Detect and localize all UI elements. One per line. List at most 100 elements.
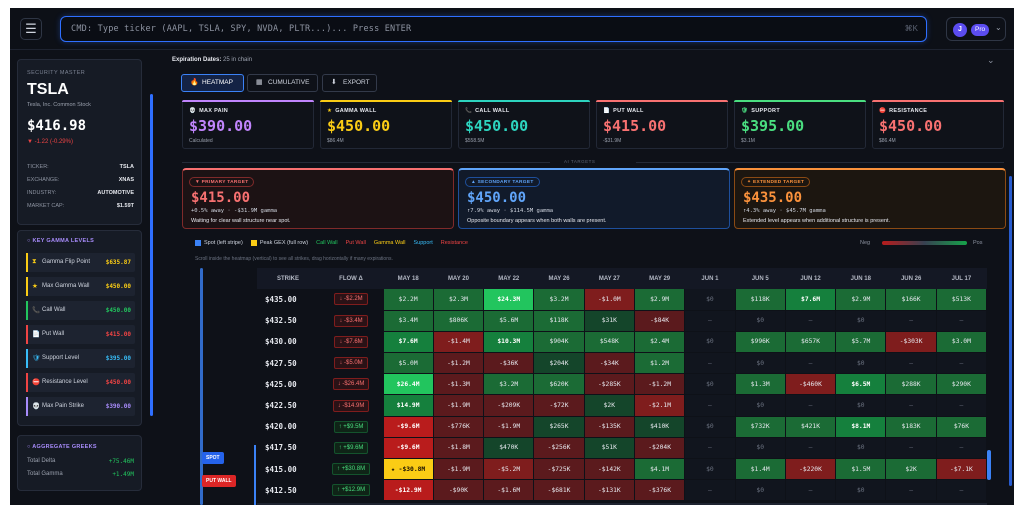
- table-row[interactable]: $417.50 ↑ +$9.6M -$9.6M -$1.8M $470K -$256K $5…: [257, 437, 987, 460]
- heatmap-cell[interactable]: $7.6M: [383, 331, 434, 354]
- heatmap-cell[interactable]: $0: [735, 310, 786, 332]
- heatmap-cell[interactable]: -$1.2M: [634, 373, 686, 396]
- gamma-level-row[interactable]: 💀 Max Pain Strike $390.00: [26, 397, 135, 416]
- heatmap-cell[interactable]: $4.1M: [634, 458, 686, 481]
- heatmap-cell[interactable]: $410K: [634, 416, 686, 438]
- table-row[interactable]: $432.50 ↓ -$3.4M $3.4M $806K $5.6M $118K $31K -…: [257, 310, 987, 332]
- column-header[interactable]: FLOW Δ: [319, 268, 383, 289]
- gamma-level-row[interactable]: 📞 Call Wall $450.00: [26, 301, 135, 320]
- heatmap-cell[interactable]: —: [785, 352, 837, 375]
- heatmap-cell[interactable]: $2.2M: [383, 289, 434, 311]
- column-header[interactable]: STRIKE: [257, 268, 319, 289]
- heatmap-cell[interactable]: $2.9M: [634, 289, 686, 311]
- collapse-chevron-icon[interactable]: ⌄: [987, 55, 995, 66]
- heatmap-cell[interactable]: $0: [835, 479, 887, 502]
- heatmap-cell[interactable]: $5.6M: [483, 310, 535, 332]
- table-row[interactable]: $420.00 ↑ +$9.5M -$9.6M -$776K -$1.9M $265K -$…: [257, 416, 987, 438]
- gamma-heatmap[interactable]: STRIKE FLOW Δ MAY 18 MAY 20 MAY 22 MAY 26 MAY …: [257, 268, 987, 505]
- heatmap-cell[interactable]: $2.4M: [634, 331, 686, 354]
- heatmap-cell[interactable]: $265K: [533, 416, 585, 438]
- heatmap-cell[interactable]: $732K: [735, 416, 786, 438]
- heatmap-cell[interactable]: —: [885, 394, 937, 417]
- heatmap-cell[interactable]: -$5.2M: [483, 458, 535, 481]
- heatmap-cell[interactable]: ★ -$30.8M: [383, 458, 434, 481]
- heatmap-cell[interactable]: -$2.1M: [634, 394, 686, 417]
- heatmap-cell[interactable]: —: [684, 310, 736, 332]
- heatmap-cell[interactable]: $0: [735, 394, 786, 417]
- heatmap-cell[interactable]: —: [785, 394, 837, 417]
- heatmap-cell[interactable]: -$7.1K: [936, 458, 987, 481]
- column-header[interactable]: MAY 29: [634, 268, 685, 289]
- heatmap-cell[interactable]: —: [684, 352, 736, 375]
- table-row[interactable]: $435.00 ↓ -$2.2M $2.2M $2.3M $24.3M $3.2M -$1.…: [257, 289, 987, 311]
- heatmap-cell[interactable]: $1.4M: [735, 458, 786, 481]
- heatmap-cell[interactable]: $2K: [885, 458, 937, 481]
- heatmap-cell[interactable]: $31K: [584, 310, 635, 332]
- heatmap-cell[interactable]: $3.4M: [383, 310, 434, 332]
- table-row[interactable]: $422.50 ↓ -$14.9M $14.9M -$1.9M -$209K -$72K $…: [257, 394, 987, 417]
- heatmap-cell[interactable]: $0: [735, 352, 786, 375]
- heatmap-cell[interactable]: —: [785, 437, 837, 460]
- heatmap-cell[interactable]: $14.9M: [383, 394, 434, 417]
- heatmap-cell[interactable]: -$90K: [433, 479, 485, 502]
- heatmap-cell[interactable]: $0: [684, 373, 736, 396]
- heatmap-cell[interactable]: $513K: [936, 289, 987, 311]
- heatmap-cell[interactable]: $0: [684, 289, 736, 311]
- heatmap-cell[interactable]: $5.7M: [835, 331, 887, 354]
- heatmap-cell[interactable]: -$36K: [483, 352, 535, 375]
- heatmap-cell[interactable]: $620K: [533, 373, 585, 396]
- profile-menu[interactable]: J Pro ⌄: [946, 17, 1006, 41]
- column-header[interactable]: MAY 18: [383, 268, 434, 289]
- column-header[interactable]: MAY 26: [533, 268, 585, 289]
- command-input[interactable]: CMD: Type ticker (AAPL, TSLA, SPY, NVDA,…: [60, 16, 927, 42]
- heatmap-cell[interactable]: -$84K: [634, 310, 686, 332]
- heatmap-cell[interactable]: -$72K: [533, 394, 585, 417]
- heatmap-cell[interactable]: -$9.6M: [383, 437, 434, 460]
- heatmap-cell[interactable]: —: [684, 394, 736, 417]
- heatmap-cell[interactable]: $290K: [936, 373, 987, 396]
- heatmap-scrollbar[interactable]: [987, 450, 991, 480]
- heatmap-cell[interactable]: -$376K: [634, 479, 686, 502]
- heatmap-cell[interactable]: —: [936, 437, 987, 460]
- heatmap-cell[interactable]: -$1.2M: [433, 352, 485, 375]
- heatmap-cell[interactable]: $3.2M: [533, 289, 585, 311]
- heatmap-cell[interactable]: $2.9M: [835, 289, 887, 311]
- heatmap-cell[interactable]: $904K: [533, 331, 585, 354]
- heatmap-cell[interactable]: -$131K: [584, 479, 635, 502]
- heatmap-cell[interactable]: $996K: [735, 331, 786, 354]
- heatmap-cell[interactable]: $470K: [483, 437, 535, 460]
- heatmap-cell[interactable]: $118K: [533, 310, 585, 332]
- table-row[interactable]: $430.00 ↓ -$7.6M $7.6M -$1.4M $10.3M $904K $54…: [257, 331, 987, 354]
- heatmap-cell[interactable]: -$460K: [785, 373, 837, 396]
- heatmap-cell[interactable]: $0: [684, 416, 736, 438]
- heatmap-cell[interactable]: $6.5M: [835, 373, 887, 396]
- gamma-level-row[interactable]: ⛔ Resistance Level $450.00: [26, 373, 135, 392]
- heatmap-cell[interactable]: $118K: [735, 289, 786, 311]
- heatmap-cell[interactable]: -$1.3M: [433, 373, 485, 396]
- column-header[interactable]: JUN 5: [735, 268, 786, 289]
- heatmap-cell[interactable]: -$1.6M: [483, 479, 535, 502]
- sidebar-scrollbar[interactable]: [150, 94, 153, 416]
- heatmap-cell[interactable]: -$285K: [584, 373, 635, 396]
- heatmap-cell[interactable]: $5.0M: [383, 352, 434, 375]
- heatmap-cell[interactable]: —: [936, 394, 987, 417]
- heatmap-cell[interactable]: $3.0M: [936, 331, 987, 354]
- heatmap-cell[interactable]: —: [885, 437, 937, 460]
- column-header[interactable]: JUN 12: [785, 268, 836, 289]
- heatmap-cell[interactable]: $183K: [885, 416, 937, 438]
- heatmap-cell[interactable]: $2K: [584, 394, 635, 417]
- heatmap-cell[interactable]: $806K: [433, 310, 485, 332]
- heatmap-cell[interactable]: $0: [835, 437, 887, 460]
- heatmap-cell[interactable]: $0: [684, 331, 736, 354]
- heatmap-cell[interactable]: -$209K: [483, 394, 535, 417]
- table-row[interactable]: $425.00 ↓ -$26.4M $26.4M -$1.3M $3.2M $620K -$…: [257, 373, 987, 396]
- heatmap-cell[interactable]: $26.4M: [383, 373, 434, 396]
- heatmap-cell[interactable]: $421K: [785, 416, 837, 438]
- heatmap-cell[interactable]: -$1.4M: [433, 331, 485, 354]
- gamma-level-row[interactable]: 🛡 Support Level $395.00: [26, 349, 135, 368]
- heatmap-cell[interactable]: -$776K: [433, 416, 485, 438]
- tab-export[interactable]: ⬇ EXPORT: [322, 74, 377, 92]
- table-row[interactable]: $412.50 ↑ +$12.9M -$12.9M -$90K -$1.6M -$681K…: [257, 479, 987, 502]
- heatmap-cell[interactable]: —: [936, 479, 987, 502]
- table-row[interactable]: $415.00 ↑ +$30.8M ★ -$30.8M -$1.9M -$5.2M -$7…: [257, 458, 987, 481]
